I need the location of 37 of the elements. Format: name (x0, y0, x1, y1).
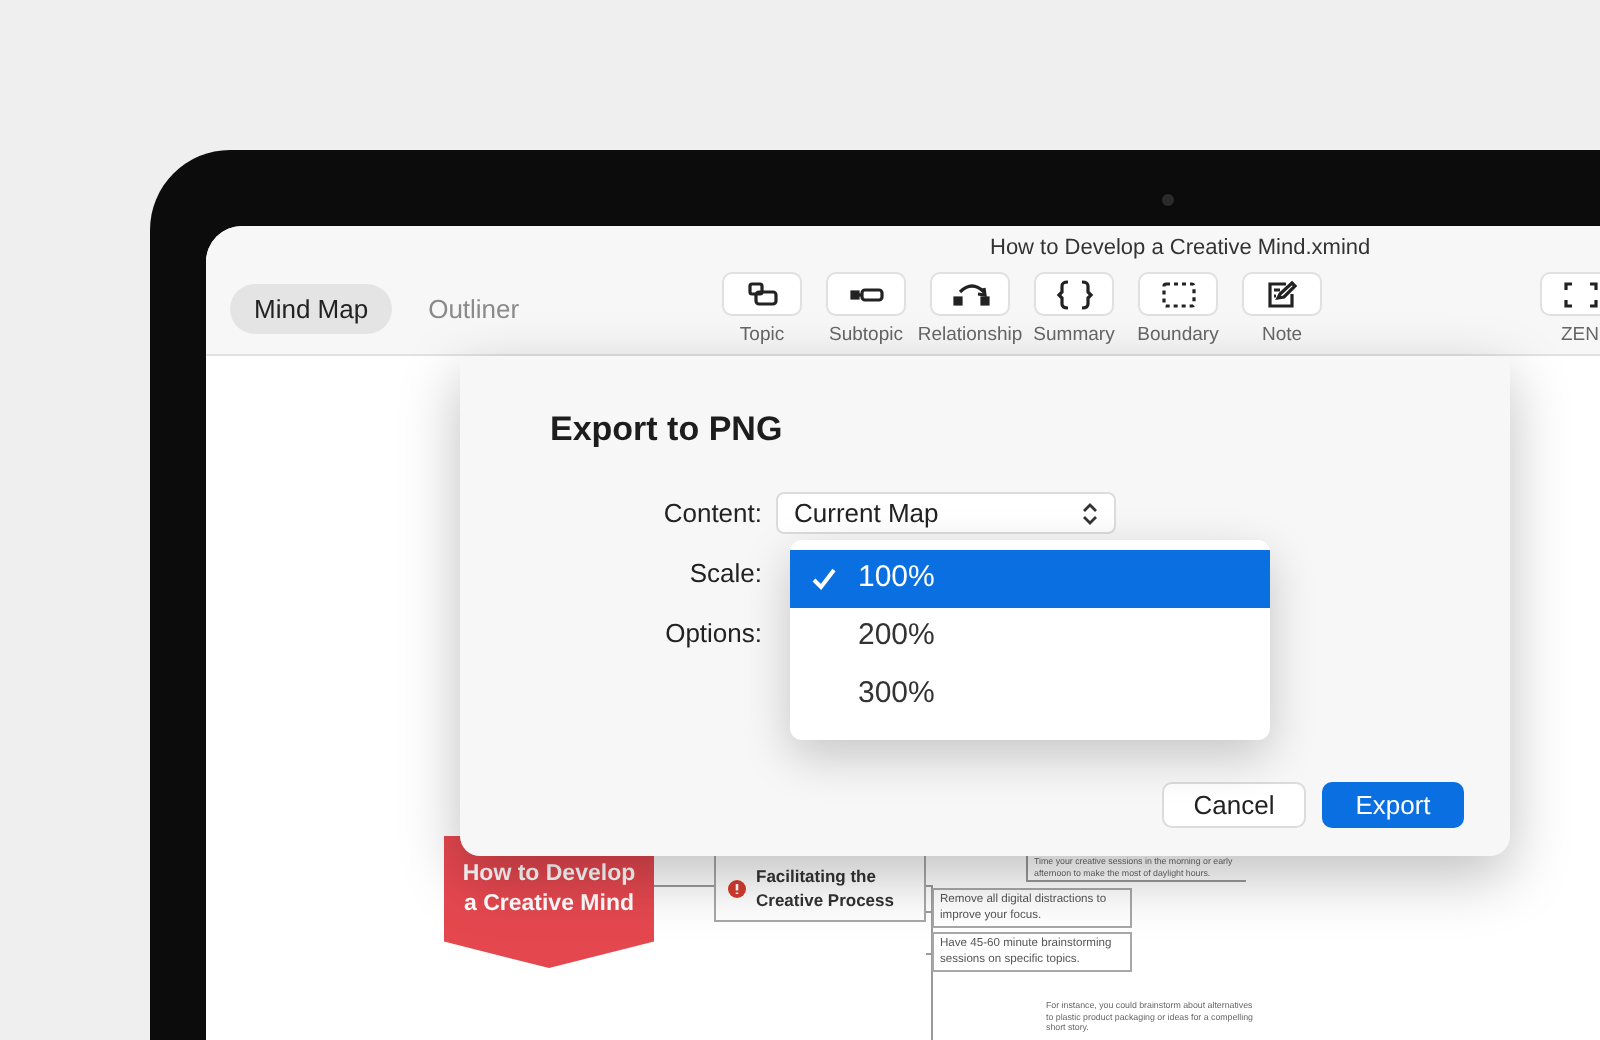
export-button[interactable]: Export (1322, 782, 1464, 828)
content-select[interactable]: Current Map (776, 492, 1116, 534)
camera-icon (1162, 194, 1174, 206)
toolbar-button[interactable] (1540, 272, 1600, 317)
menu-item[interactable]: 200% (790, 608, 1270, 666)
field-label: Scale: (687, 555, 764, 592)
toolbar-label: Relationship (917, 322, 1023, 351)
window-title: How to Develop a Creative Mind.xmind (990, 234, 1371, 265)
cancel-button[interactable]: Cancel (1162, 782, 1306, 828)
menu-item[interactable]: 100% (790, 550, 1270, 608)
main-topic[interactable]: Facilitating the Creative Process (714, 854, 926, 922)
curved-arrow-icon (951, 279, 989, 310)
note-icon (1263, 279, 1301, 310)
toolbar-label: Boundary (1137, 322, 1219, 351)
topic-icon (743, 279, 781, 310)
toolbar-label: Summary (1033, 322, 1115, 351)
toolbar-button[interactable] (826, 272, 906, 317)
toolbar-button[interactable] (1034, 272, 1114, 317)
toolbar-label: Note (1261, 322, 1303, 351)
dialog-title: Export to PNG (550, 408, 783, 452)
braces-icon (1055, 279, 1093, 310)
priority-icon (728, 879, 746, 897)
menu-item[interactable]: 300% (790, 666, 1270, 724)
checkmark-icon (812, 568, 836, 590)
toolbar-label: Topic (739, 322, 785, 351)
dashed-box-icon (1159, 279, 1197, 310)
view-tab[interactable]: Mind Map (230, 284, 393, 335)
field-label: Content: (661, 495, 764, 532)
up-down-caret-icon (1082, 501, 1098, 525)
fullscreen-icon (1561, 279, 1599, 310)
toolbar-label: ZEN (1561, 322, 1599, 351)
field-label: Options: (663, 615, 764, 652)
toolbar-button[interactable] (722, 272, 802, 317)
toolbar-button[interactable] (1242, 272, 1322, 317)
toolbar-button[interactable] (930, 272, 1010, 317)
toolbar-label: Subtopic (829, 322, 903, 351)
toolbar-button[interactable] (1138, 272, 1218, 317)
